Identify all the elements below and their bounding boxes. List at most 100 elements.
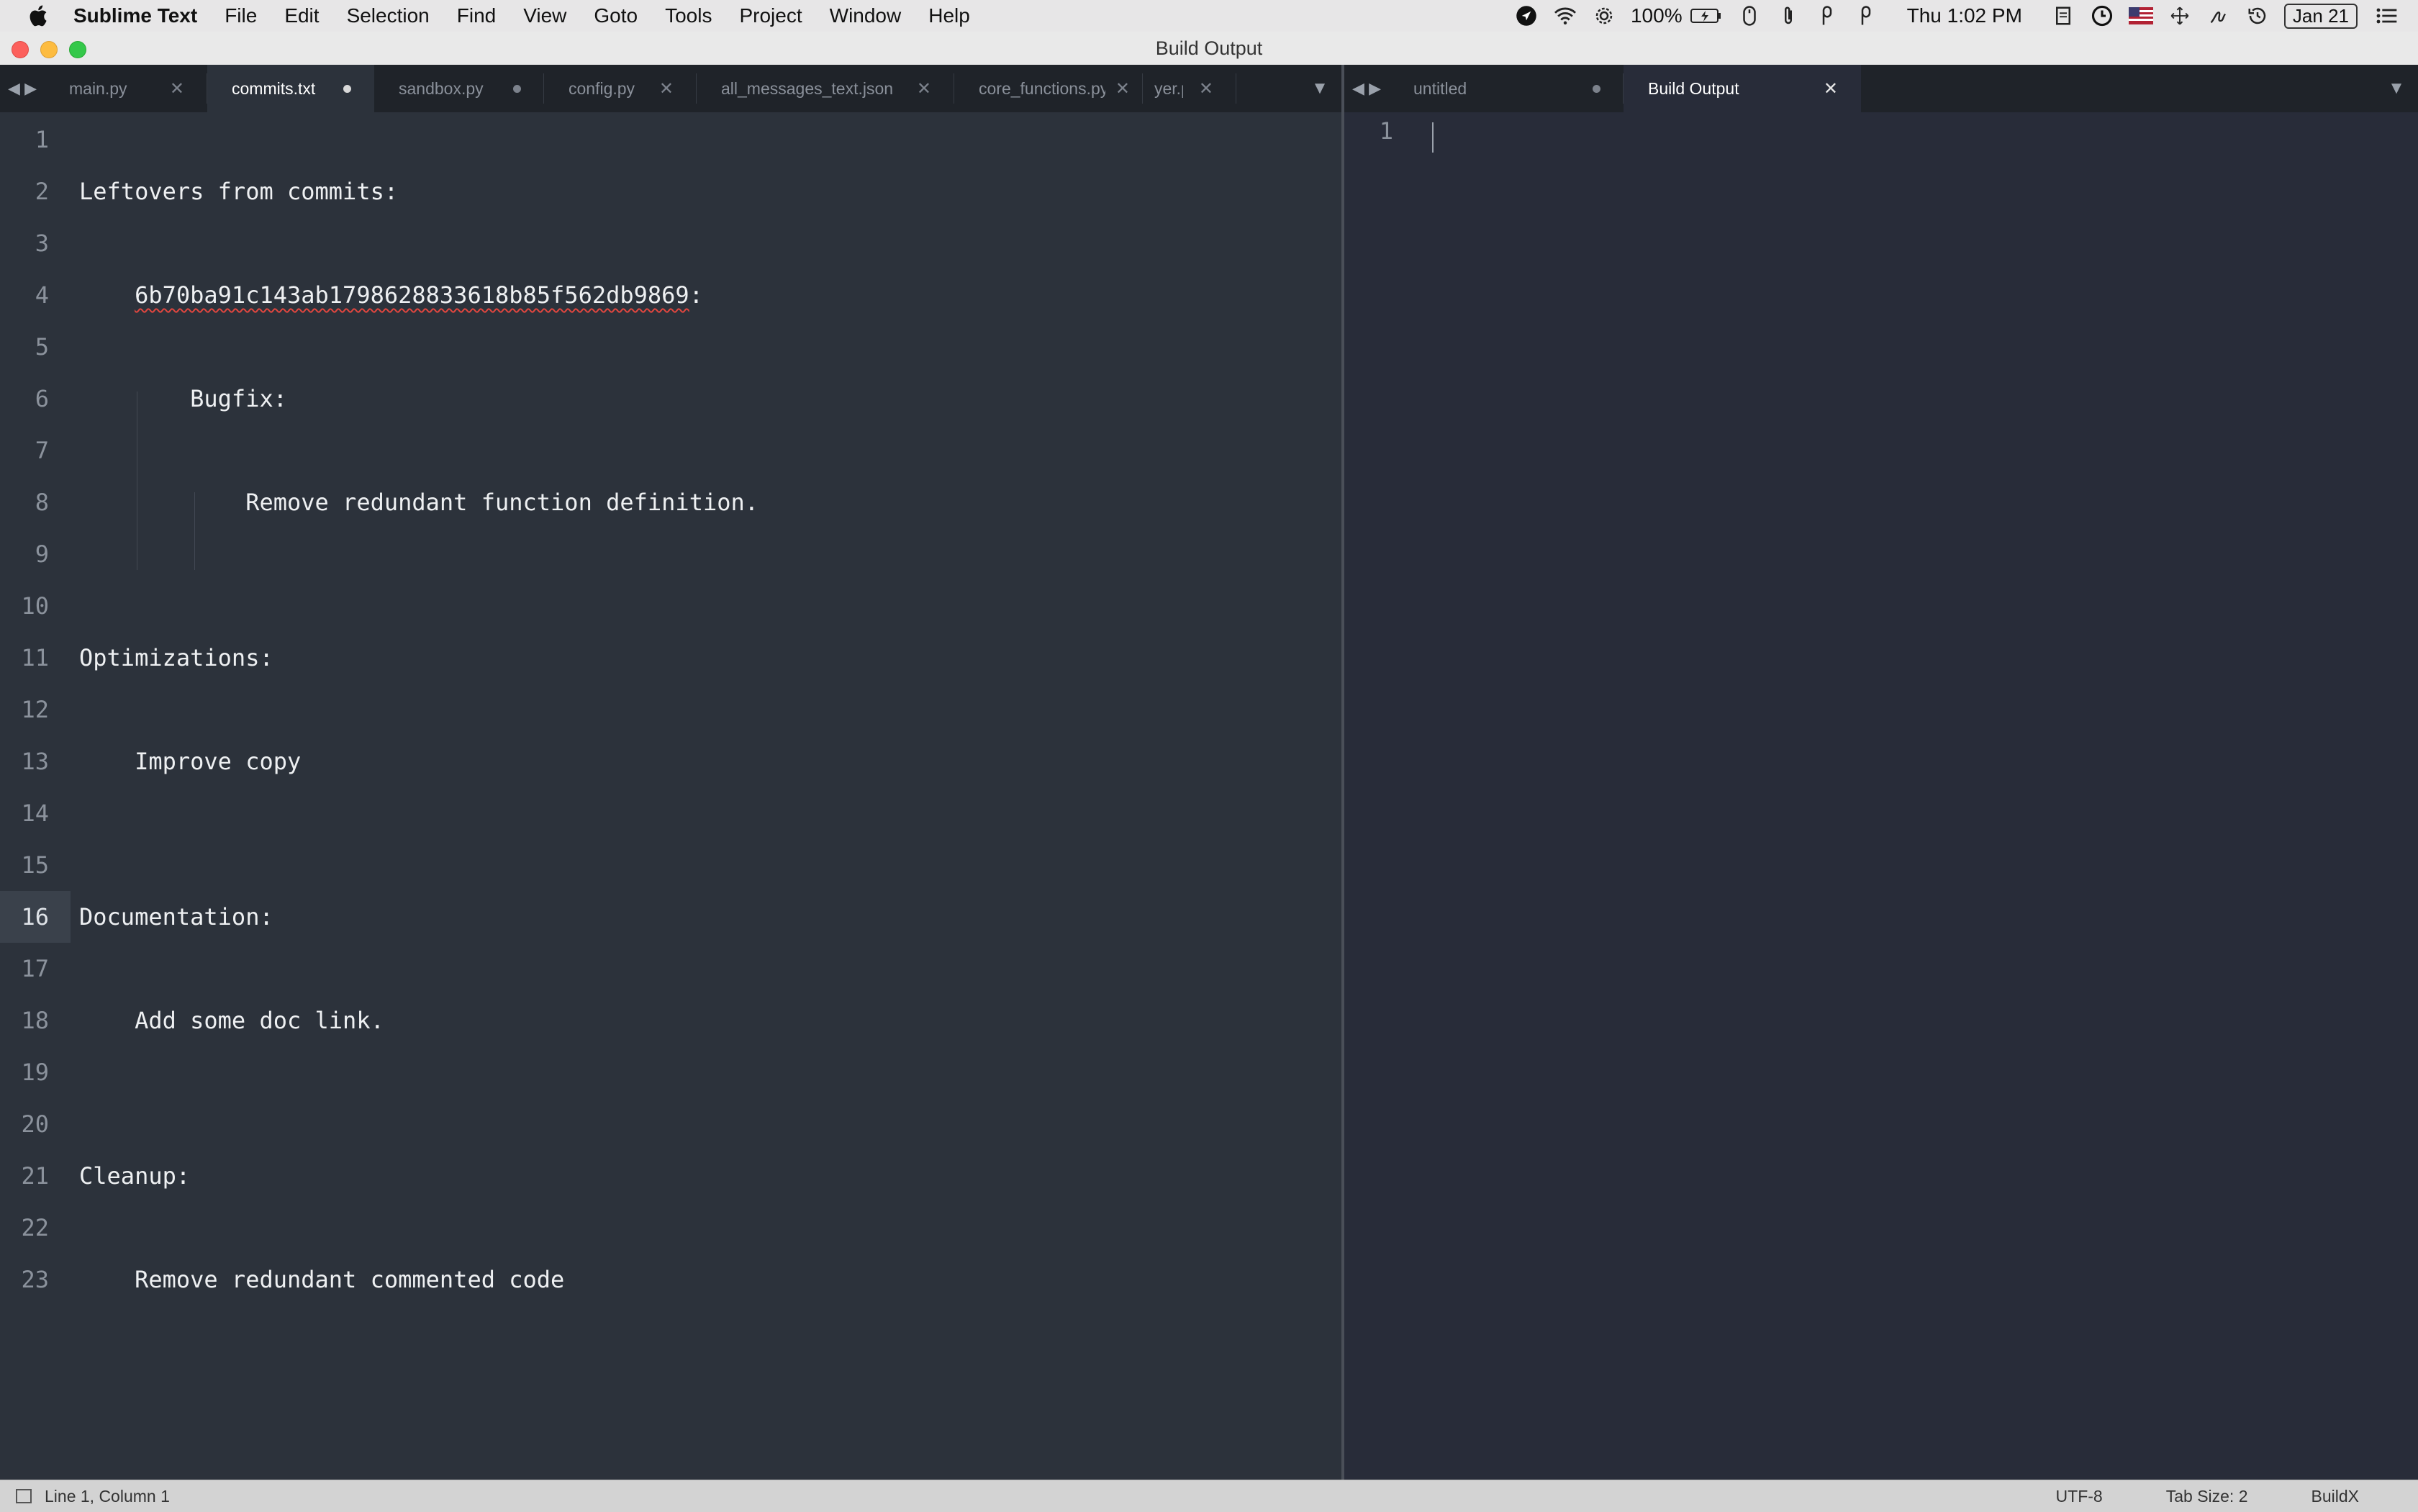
- menu-goto[interactable]: Goto: [594, 4, 638, 27]
- location-icon[interactable]: [1514, 4, 1539, 28]
- menu-tools[interactable]: Tools: [665, 4, 712, 27]
- clock-icon[interactable]: [2090, 4, 2114, 28]
- tab-left-arrow-icon[interactable]: ◀: [1352, 79, 1364, 98]
- date-badge[interactable]: Jan 21: [2283, 3, 2358, 29]
- build-output-editor[interactable]: 1: [1344, 112, 2418, 1480]
- line-number: 7: [35, 437, 49, 464]
- line-text: Optimizations:: [79, 644, 273, 671]
- window-close-button[interactable]: [12, 41, 29, 58]
- tab-right-arrow-icon[interactable]: ▶: [1369, 79, 1381, 98]
- menu-selection[interactable]: Selection: [347, 4, 430, 27]
- unsaved-dot-icon[interactable]: [1593, 84, 1600, 93]
- window-titlebar[interactable]: Build Output: [0, 32, 2418, 65]
- cursor-position[interactable]: Line 1, Column 1: [45, 1487, 170, 1506]
- code-line[interactable]: 4 6b70ba91c143ab1798628833618b85f562db98…: [0, 269, 1341, 321]
- tab-right-arrow-icon[interactable]: ▶: [24, 79, 37, 98]
- code-line[interactable]: 1: [0, 114, 1341, 166]
- tab-close-icon[interactable]: ✕: [1199, 78, 1213, 99]
- menu-help[interactable]: Help: [928, 4, 970, 27]
- build-system-selector[interactable]: BuildX: [2311, 1487, 2359, 1506]
- app-menu[interactable]: Sublime Text: [73, 4, 197, 27]
- code-line[interactable]: 2 Leftovers from commits:: [0, 166, 1341, 217]
- code-line[interactable]: 9: [0, 528, 1341, 580]
- tab-close-icon[interactable]: ✕: [170, 78, 184, 99]
- code-line[interactable]: 14: [0, 787, 1341, 839]
- menu-window[interactable]: Window: [830, 4, 902, 27]
- tab-list-dropdown-icon[interactable]: ▼: [1298, 65, 1341, 112]
- code-line[interactable]: 10: [0, 580, 1341, 632]
- line-text: 6b70ba91c143ab1798628833618b85f562db9869…: [135, 281, 703, 309]
- tab-close-icon[interactable]: ✕: [1115, 78, 1130, 99]
- tab-label: all_messages_text.json: [721, 78, 894, 98]
- unsaved-dot-icon[interactable]: [513, 84, 521, 93]
- tab-main-py[interactable]: main.py ✕: [45, 65, 207, 112]
- code-line[interactable]: 8 Remove redundant function definition.: [0, 476, 1341, 528]
- tab-all-messages-json[interactable]: all_messages_text.json ✕: [697, 65, 954, 112]
- code-line[interactable]: 19: [0, 1046, 1341, 1098]
- tab-sandbox-py[interactable]: sandbox.py: [374, 65, 544, 112]
- signature-icon[interactable]: [2206, 4, 2231, 28]
- gear-icon[interactable]: [1592, 4, 1616, 28]
- code-line[interactable]: 1: [1344, 105, 2418, 157]
- line-number: 9: [35, 540, 49, 568]
- code-line[interactable]: 15: [0, 839, 1341, 891]
- line-number: 6: [35, 385, 49, 412]
- panel-toggle-icon[interactable]: [16, 1489, 32, 1503]
- us-flag-icon[interactable]: [2128, 4, 2153, 28]
- move-icon[interactable]: [2168, 4, 2192, 28]
- commits-text-editor[interactable]: 1 2 Leftovers from commits: 3 4 6b70ba91c143…: [0, 112, 1341, 1480]
- menu-edit[interactable]: Edit: [284, 4, 319, 27]
- code-line[interactable]: 20: [0, 1098, 1341, 1150]
- tab-config-py[interactable]: config.py ✕: [544, 65, 697, 112]
- time-machine-icon[interactable]: [2245, 4, 2270, 28]
- tab-commits-txt[interactable]: commits.txt: [207, 65, 374, 112]
- notes-icon[interactable]: [2051, 4, 2075, 28]
- unsaved-dot-icon[interactable]: [343, 84, 351, 93]
- tab-close-icon[interactable]: ✕: [1824, 78, 1838, 99]
- left-editor-pane: ◀ ▶ main.py ✕ commits.txt sandbox.py con…: [0, 65, 1341, 1480]
- mouse-icon[interactable]: [1737, 4, 1762, 28]
- notification-center-icon[interactable]: [2375, 4, 2399, 28]
- tab-close-icon[interactable]: ✕: [659, 78, 674, 99]
- code-line[interactable]: 17: [0, 943, 1341, 995]
- encoding-selector[interactable]: UTF-8: [2056, 1487, 2103, 1506]
- pen-alt-icon[interactable]: [1854, 4, 1878, 28]
- code-line[interactable]: 3: [0, 217, 1341, 269]
- apple-menu-icon[interactable]: [27, 4, 52, 28]
- code-line[interactable]: 22: [0, 1202, 1341, 1254]
- window-zoom-button[interactable]: [69, 41, 86, 58]
- tab-nav-arrows[interactable]: ◀ ▶: [0, 65, 45, 112]
- menu-view[interactable]: View: [523, 4, 566, 27]
- menu-find[interactable]: Find: [457, 4, 496, 27]
- code-line[interactable]: 16 Documentation:: [0, 891, 1341, 943]
- wifi-icon[interactable]: [1553, 4, 1577, 28]
- code-line[interactable]: 5: [0, 321, 1341, 373]
- code-line[interactable]: 21 Cleanup:: [0, 1150, 1341, 1202]
- right-editor-pane: ◀ ▶ untitled Build Output ✕ ▼ 1: [1344, 65, 2418, 1480]
- menu-file[interactable]: File: [225, 4, 257, 27]
- code-line[interactable]: 23 Remove redundant commented code: [0, 1254, 1341, 1305]
- window-minimize-button[interactable]: [40, 41, 58, 58]
- line-number: 14: [21, 800, 49, 827]
- tab-left-arrow-icon[interactable]: ◀: [8, 79, 20, 98]
- code-line[interactable]: 13 Improve copy: [0, 735, 1341, 787]
- tab-core-functions-py[interactable]: core_functions.py ✕: [954, 65, 1143, 112]
- line-number: 21: [21, 1162, 49, 1190]
- battery-percent: 100%: [1630, 4, 1683, 27]
- tab-size-selector[interactable]: Tab Size: 2: [2166, 1487, 2248, 1506]
- paperclip-icon[interactable]: [1776, 4, 1801, 28]
- menu-project[interactable]: Project: [739, 4, 802, 27]
- pen-icon[interactable]: [1815, 4, 1839, 28]
- menubar-clock[interactable]: Thu 1:02 PM: [1907, 4, 2022, 27]
- code-line[interactable]: 18 Add some doc link.: [0, 995, 1341, 1046]
- code-line[interactable]: 6 Bugfix:: [0, 373, 1341, 425]
- code-line[interactable]: 12: [0, 684, 1341, 735]
- tab-yer-py[interactable]: yer.py ✕: [1143, 65, 1236, 112]
- line-text: Leftovers from commits:: [79, 178, 399, 205]
- code-line[interactable]: 11 Optimizations:: [0, 632, 1341, 684]
- line-number: 18: [21, 1007, 49, 1034]
- menu-bar: Sublime Text File Edit Selection Find Vi…: [0, 0, 2418, 32]
- code-line[interactable]: 7: [0, 425, 1341, 476]
- battery-icon[interactable]: [1690, 4, 1723, 28]
- tab-close-icon[interactable]: ✕: [917, 78, 931, 99]
